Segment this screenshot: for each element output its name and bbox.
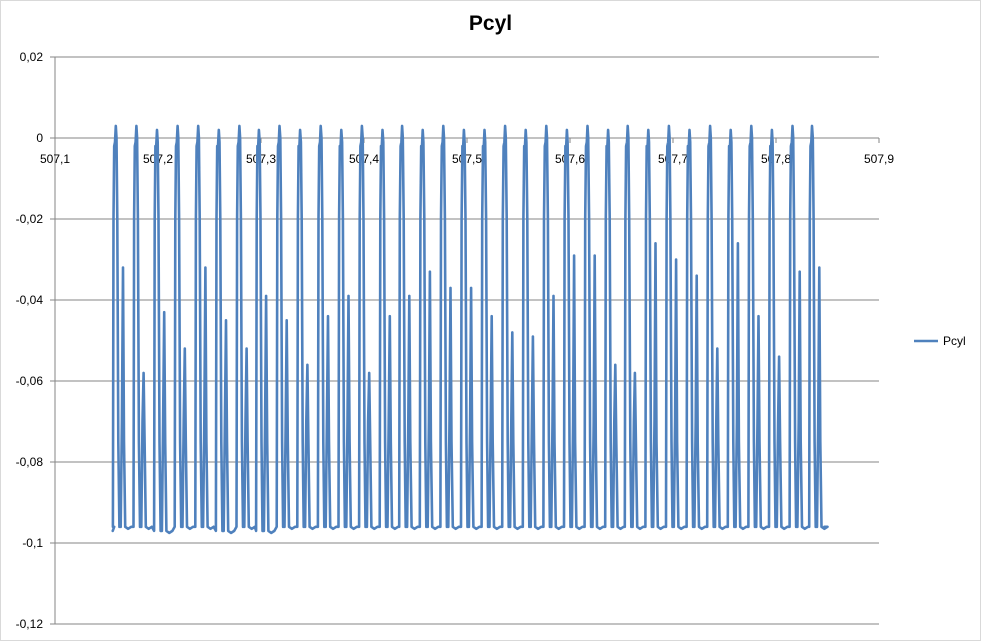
x-tick-label: 507,7 [658, 152, 688, 166]
y-tick-label: -0,08 [16, 455, 44, 469]
chart-plot: 0,02 0 -0,02 -0,04 -0,06 -0,08 -0,1 -0,12 507,1 5… [16, 50, 966, 631]
y-tick-label: -0,02 [16, 212, 44, 226]
series-layer [111, 124, 829, 535]
axes: 0,02 0 -0,02 -0,04 -0,06 -0,08 -0,1 -0,12 507,1 5… [16, 50, 895, 631]
y-tick-label: 0 [36, 131, 43, 145]
x-tick-label: 507,5 [452, 152, 482, 166]
x-tick-label: 507,9 [864, 152, 894, 166]
x-tick-label: 507,1 [40, 152, 70, 166]
y-tick-label: 0,02 [20, 50, 44, 64]
x-tick-label: 507,8 [761, 152, 791, 166]
y-tick-label: -0,1 [22, 536, 43, 550]
legend-label: Pcyl [943, 334, 966, 348]
x-tick-label: 507,6 [555, 152, 585, 166]
y-tick-label: -0,04 [16, 293, 44, 307]
y-tick-label: -0,12 [16, 617, 44, 631]
y-tick-label: -0,06 [16, 374, 44, 388]
series-line-pcyl [111, 124, 829, 535]
legend: Pcyl [914, 334, 966, 348]
